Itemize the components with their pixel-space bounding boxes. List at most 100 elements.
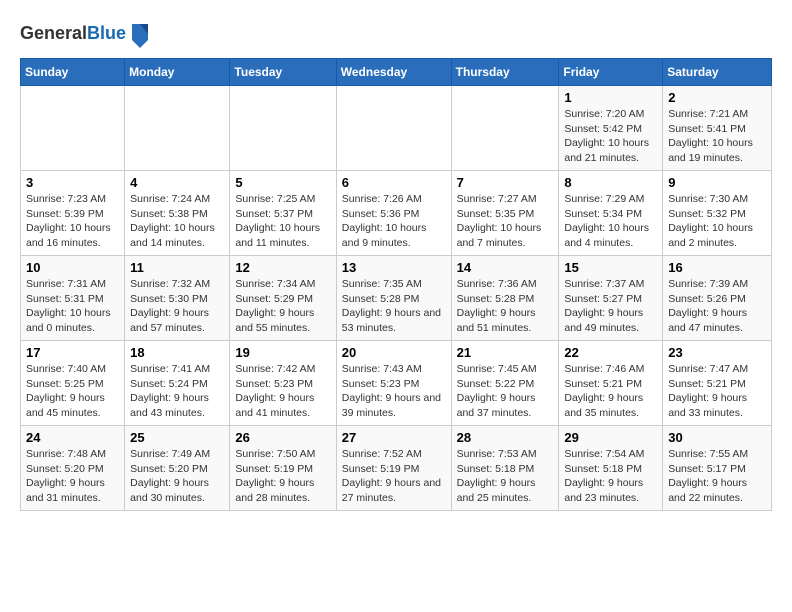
calendar-cell: 5 Sunrise: 7:25 AMSunset: 5:37 PMDaylight… [230, 171, 336, 256]
day-number: 21 [457, 345, 554, 360]
day-info: Sunrise: 7:36 AMSunset: 5:28 PMDaylight:… [457, 277, 554, 336]
day-info: Sunrise: 7:24 AMSunset: 5:38 PMDaylight:… [130, 192, 224, 251]
calendar-cell: 27 Sunrise: 7:52 AMSunset: 5:19 PMDayligh… [336, 426, 451, 511]
calendar-cell [230, 86, 336, 171]
calendar-cell: 28 Sunrise: 7:53 AMSunset: 5:18 PMDayligh… [451, 426, 559, 511]
day-info: Sunrise: 7:23 AMSunset: 5:39 PMDaylight:… [26, 192, 119, 251]
day-number: 22 [564, 345, 657, 360]
calendar-cell: 13 Sunrise: 7:35 AMSunset: 5:28 PMDayligh… [336, 256, 451, 341]
day-number: 20 [342, 345, 446, 360]
day-info: Sunrise: 7:52 AMSunset: 5:19 PMDaylight:… [342, 447, 446, 506]
day-info: Sunrise: 7:40 AMSunset: 5:25 PMDaylight:… [26, 362, 119, 421]
week-row-2: 3Sunrise: 7:23 AMSunset: 5:39 PMDaylight… [21, 171, 772, 256]
calendar-cell: 24 Sunrise: 7:48 AMSunset: 5:20 PMDayligh… [21, 426, 125, 511]
weekday-tuesday: Tuesday [230, 59, 336, 86]
day-number: 18 [130, 345, 224, 360]
day-number: 25 [130, 430, 224, 445]
calendar-cell: 23Sunrise: 7:47 AMSunset: 5:21 PMDayligh… [663, 341, 772, 426]
calendar-cell: 1 Sunrise: 7:20 AMSunset: 5:42 PMDaylight… [559, 86, 663, 171]
day-info: Sunrise: 7:54 AMSunset: 5:18 PMDaylight:… [564, 447, 657, 506]
weekday-saturday: Saturday [663, 59, 772, 86]
day-number: 9 [668, 175, 766, 190]
day-number: 4 [130, 175, 224, 190]
day-number: 2 [668, 90, 766, 105]
week-row-4: 17 Sunrise: 7:40 AMSunset: 5:25 PMDayligh… [21, 341, 772, 426]
day-info: Sunrise: 7:41 AMSunset: 5:24 PMDaylight:… [130, 362, 224, 421]
calendar-cell: 18 Sunrise: 7:41 AMSunset: 5:24 PMDayligh… [125, 341, 230, 426]
weekday-friday: Friday [559, 59, 663, 86]
calendar-cell: 4 Sunrise: 7:24 AMSunset: 5:38 PMDaylight… [125, 171, 230, 256]
calendar-table: SundayMondayTuesdayWednesdayThursdayFrid… [20, 58, 772, 511]
day-info: Sunrise: 7:48 AMSunset: 5:20 PMDaylight:… [26, 447, 119, 506]
calendar-cell: 15 Sunrise: 7:37 AMSunset: 5:27 PMDayligh… [559, 256, 663, 341]
calendar-cell: 9 Sunrise: 7:30 AMSunset: 5:32 PMDaylight… [663, 171, 772, 256]
day-number: 29 [564, 430, 657, 445]
day-number: 8 [564, 175, 657, 190]
day-info: Sunrise: 7:32 AMSunset: 5:30 PMDaylight:… [130, 277, 224, 336]
day-number: 5 [235, 175, 330, 190]
day-number: 7 [457, 175, 554, 190]
day-info: Sunrise: 7:29 AMSunset: 5:34 PMDaylight:… [564, 192, 657, 251]
calendar-cell: 10 Sunrise: 7:31 AMSunset: 5:31 PMDayligh… [21, 256, 125, 341]
day-number: 11 [130, 260, 224, 275]
calendar-cell: 17 Sunrise: 7:40 AMSunset: 5:25 PMDayligh… [21, 341, 125, 426]
calendar-cell [21, 86, 125, 171]
day-info: Sunrise: 7:34 AMSunset: 5:29 PMDaylight:… [235, 277, 330, 336]
calendar-cell [451, 86, 559, 171]
calendar-cell: 21 Sunrise: 7:45 AMSunset: 5:22 PMDayligh… [451, 341, 559, 426]
week-row-3: 10 Sunrise: 7:31 AMSunset: 5:31 PMDayligh… [21, 256, 772, 341]
calendar-cell: 22 Sunrise: 7:46 AMSunset: 5:21 PMDayligh… [559, 341, 663, 426]
logo-text: GeneralBlue [20, 24, 126, 44]
day-info: Sunrise: 7:26 AMSunset: 5:36 PMDaylight:… [342, 192, 446, 251]
day-info: Sunrise: 7:31 AMSunset: 5:31 PMDaylight:… [26, 277, 119, 336]
calendar-cell: 3Sunrise: 7:23 AMSunset: 5:39 PMDaylight… [21, 171, 125, 256]
day-number: 14 [457, 260, 554, 275]
week-row-5: 24 Sunrise: 7:48 AMSunset: 5:20 PMDayligh… [21, 426, 772, 511]
day-info: Sunrise: 7:49 AMSunset: 5:20 PMDaylight:… [130, 447, 224, 506]
day-number: 26 [235, 430, 330, 445]
calendar-cell: 26 Sunrise: 7:50 AMSunset: 5:19 PMDayligh… [230, 426, 336, 511]
day-info: Sunrise: 7:53 AMSunset: 5:18 PMDaylight:… [457, 447, 554, 506]
day-info: Sunrise: 7:35 AMSunset: 5:28 PMDaylight:… [342, 277, 446, 336]
calendar-cell: 19Sunrise: 7:42 AMSunset: 5:23 PMDayligh… [230, 341, 336, 426]
day-number: 10 [26, 260, 119, 275]
day-info: Sunrise: 7:42 AMSunset: 5:23 PMDaylight:… [235, 362, 330, 421]
day-number: 15 [564, 260, 657, 275]
day-number: 6 [342, 175, 446, 190]
calendar-cell: 6 Sunrise: 7:26 AMSunset: 5:36 PMDaylight… [336, 171, 451, 256]
day-info: Sunrise: 7:43 AMSunset: 5:23 PMDaylight:… [342, 362, 446, 421]
day-number: 24 [26, 430, 119, 445]
day-info: Sunrise: 7:47 AMSunset: 5:21 PMDaylight:… [668, 362, 766, 421]
day-info: Sunrise: 7:37 AMSunset: 5:27 PMDaylight:… [564, 277, 657, 336]
day-number: 12 [235, 260, 330, 275]
day-number: 17 [26, 345, 119, 360]
day-number: 1 [564, 90, 657, 105]
day-info: Sunrise: 7:21 AMSunset: 5:41 PMDaylight:… [668, 107, 766, 166]
day-number: 27 [342, 430, 446, 445]
day-info: Sunrise: 7:25 AMSunset: 5:37 PMDaylight:… [235, 192, 330, 251]
calendar-cell: 14 Sunrise: 7:36 AMSunset: 5:28 PMDayligh… [451, 256, 559, 341]
weekday-sunday: Sunday [21, 59, 125, 86]
weekday-header-row: SundayMondayTuesdayWednesdayThursdayFrid… [21, 59, 772, 86]
calendar-cell: 8 Sunrise: 7:29 AMSunset: 5:34 PMDaylight… [559, 171, 663, 256]
day-info: Sunrise: 7:50 AMSunset: 5:19 PMDaylight:… [235, 447, 330, 506]
day-number: 28 [457, 430, 554, 445]
calendar-cell [336, 86, 451, 171]
day-number: 13 [342, 260, 446, 275]
weekday-thursday: Thursday [451, 59, 559, 86]
calendar-cell: 12 Sunrise: 7:34 AMSunset: 5:29 PMDayligh… [230, 256, 336, 341]
day-info: Sunrise: 7:27 AMSunset: 5:35 PMDaylight:… [457, 192, 554, 251]
weekday-wednesday: Wednesday [336, 59, 451, 86]
day-info: Sunrise: 7:39 AMSunset: 5:26 PMDaylight:… [668, 277, 766, 336]
day-info: Sunrise: 7:45 AMSunset: 5:22 PMDaylight:… [457, 362, 554, 421]
calendar-cell: 7 Sunrise: 7:27 AMSunset: 5:35 PMDaylight… [451, 171, 559, 256]
day-info: Sunrise: 7:30 AMSunset: 5:32 PMDaylight:… [668, 192, 766, 251]
calendar-cell: 11 Sunrise: 7:32 AMSunset: 5:30 PMDayligh… [125, 256, 230, 341]
day-number: 16 [668, 260, 766, 275]
day-info: Sunrise: 7:20 AMSunset: 5:42 PMDaylight:… [564, 107, 657, 166]
header: GeneralBlue [20, 20, 772, 48]
calendar-cell: 16 Sunrise: 7:39 AMSunset: 5:26 PMDayligh… [663, 256, 772, 341]
calendar-cell: 20 Sunrise: 7:43 AMSunset: 5:23 PMDayligh… [336, 341, 451, 426]
calendar-cell: 29 Sunrise: 7:54 AMSunset: 5:18 PMDayligh… [559, 426, 663, 511]
day-info: Sunrise: 7:46 AMSunset: 5:21 PMDaylight:… [564, 362, 657, 421]
